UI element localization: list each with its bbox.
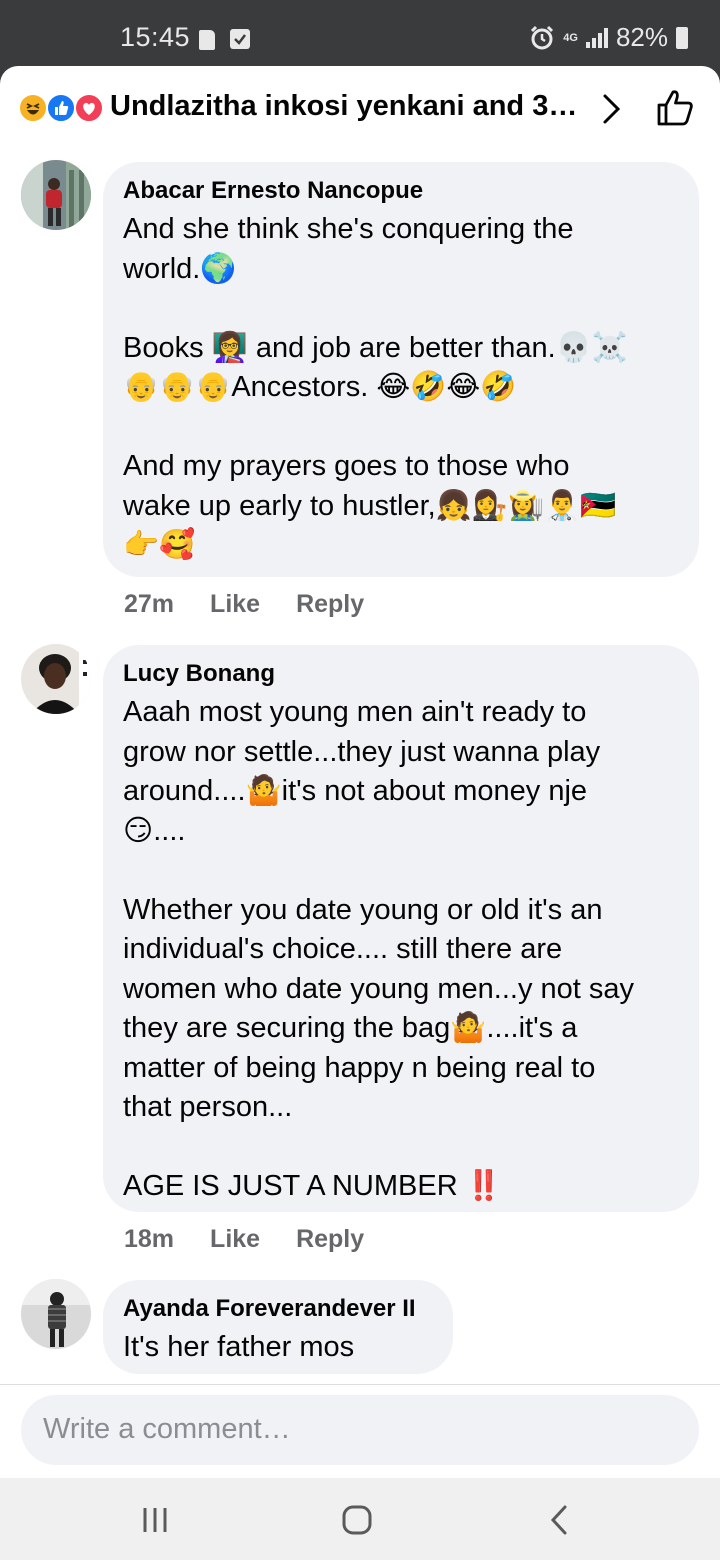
comment-bubble[interactable]: Abacar Ernesto Nancopue And she think sh…	[103, 162, 699, 577]
status-time: 15:45	[120, 22, 191, 52]
reaction-summary[interactable]	[18, 93, 108, 123]
home-icon[interactable]	[339, 1502, 375, 1538]
signal-icon	[585, 27, 608, 48]
comment-author[interactable]: Abacar Ernesto Nancopue	[123, 176, 679, 206]
haha-reaction-icon	[18, 93, 48, 123]
reply-button[interactable]: Reply	[296, 1225, 364, 1254]
reactions-header[interactable]: Undlazitha inkosi yenkani and 3…	[0, 66, 720, 152]
composer-divider	[0, 1384, 720, 1385]
comment-time: 18m	[124, 1225, 175, 1253]
comment-author[interactable]: Lucy Bonang	[123, 659, 679, 689]
reply-button[interactable]: Reply	[296, 590, 364, 619]
comment-input[interactable]	[41, 1409, 641, 1449]
system-nav-bar	[0, 1478, 720, 1560]
avatar[interactable]	[21, 1279, 91, 1349]
like-outline-icon[interactable]	[656, 88, 694, 128]
battery-percent: 82%	[615, 22, 668, 52]
comment-bubble[interactable]: Lucy Bonang Aaah most young men ain't re…	[103, 645, 699, 1212]
comment-text: Aaah most young men ain't ready to grow …	[123, 696, 635, 1202]
love-reaction-icon	[74, 93, 104, 123]
checkbox-notification-icon	[230, 29, 250, 49]
comment-text: And she think she's conquering the world…	[123, 213, 628, 561]
comment-actions: 27m Like Reply	[124, 590, 364, 619]
back-icon[interactable]	[546, 1502, 572, 1538]
like-reaction-icon	[46, 93, 76, 123]
battery-icon	[676, 26, 688, 49]
avatar[interactable]	[21, 160, 91, 230]
comments-sheet: Undlazitha inkosi yenkani and 3… Abacar …	[0, 66, 720, 1478]
comment-actions: 18m Like Reply	[124, 1225, 364, 1254]
comment-author[interactable]: Ayanda Foreverandever II	[123, 1294, 433, 1324]
chevron-right-icon[interactable]	[600, 92, 624, 126]
comment-composer[interactable]	[21, 1395, 699, 1465]
avatar[interactable]	[21, 644, 91, 714]
network-type: 4G	[563, 31, 578, 44]
like-button[interactable]: Like	[210, 590, 260, 619]
sd-card-icon	[199, 30, 215, 50]
comment-text: It's her father mos	[123, 1331, 355, 1363]
reactions-title[interactable]: Undlazitha inkosi yenkani and 3…	[110, 90, 580, 123]
like-button[interactable]: Like	[210, 1225, 260, 1254]
comment-time: 27m	[124, 590, 175, 618]
recent-apps-icon[interactable]	[138, 1502, 172, 1538]
alarm-icon	[531, 25, 554, 49]
comment-bubble[interactable]: Ayanda Foreverandever II It's her father…	[103, 1280, 453, 1374]
